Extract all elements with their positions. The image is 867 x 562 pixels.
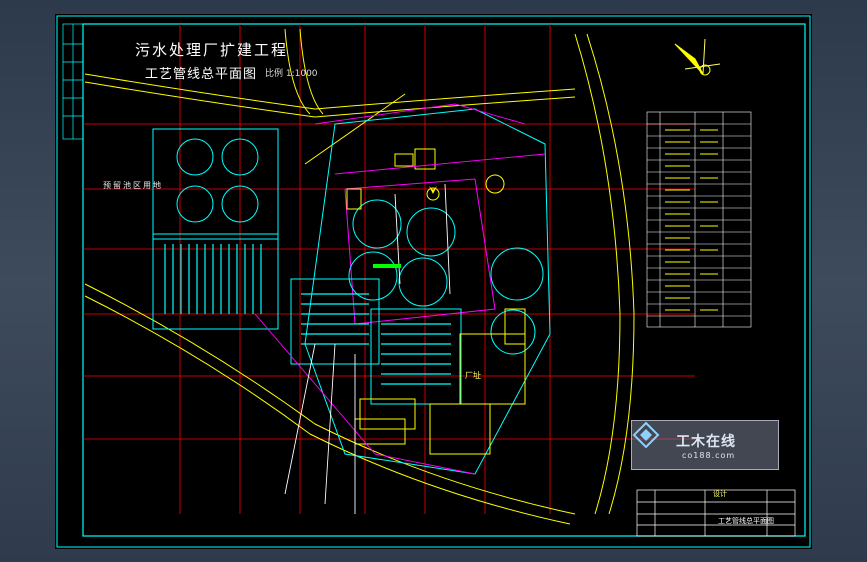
aeration-tank-area [152, 128, 279, 330]
sludge-pump-symbol [429, 186, 437, 194]
revision-strip [62, 23, 84, 140]
plant-site-label: 厂址 [465, 371, 481, 380]
legend-table [646, 111, 752, 328]
watermark-url: co188.com [682, 451, 736, 460]
cad-drawing-viewport[interactable]: 污水处理厂扩建工程 工艺管线总平面图 比例 1:1000 预留池区用地 厂址 设… [55, 14, 812, 549]
title-block-field: 设计 [713, 490, 727, 498]
watermark-brand: 工木在线 [676, 434, 736, 450]
coordinate-grid [83, 24, 695, 514]
drawing-title: 污水处理厂扩建工程 [135, 41, 289, 59]
flow-direction-marker [373, 264, 401, 268]
drawing-subtitle: 工艺管线总平面图 [145, 67, 258, 82]
watermark-icon [632, 421, 660, 449]
watermark-logo: 工木在线 co188.com [631, 420, 779, 470]
road-network [84, 28, 635, 525]
title-block-drawing-name: 工艺管线总平面图 [718, 517, 774, 525]
reserved-zone-label: 预留池区用地 [103, 181, 163, 190]
drawing-scale: 比例 1:1000 [265, 69, 318, 79]
north-arrow [674, 38, 721, 76]
